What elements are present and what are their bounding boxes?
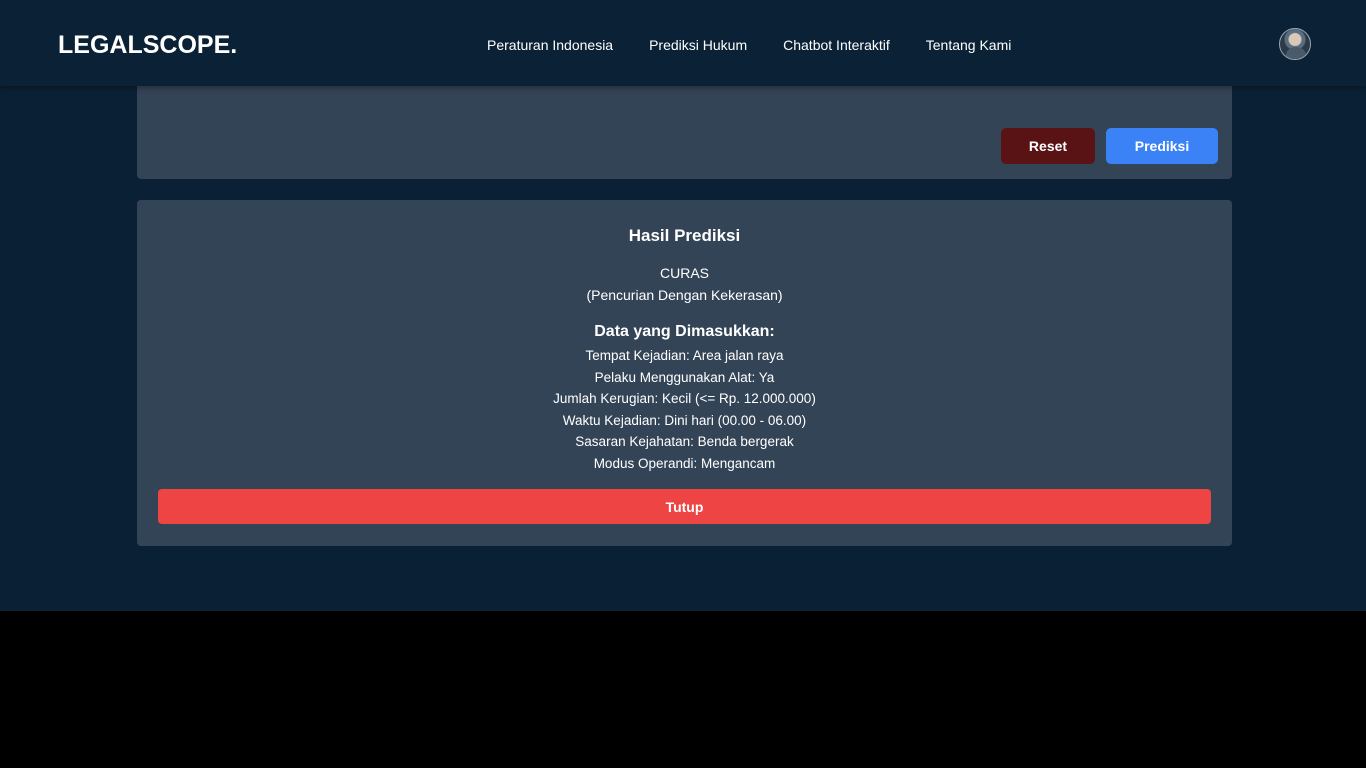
predict-button[interactable]: Prediksi — [1106, 128, 1218, 164]
input-data-item: Pelaku Menggunakan Alat: Ya — [594, 369, 775, 385]
brand-logo[interactable]: LEGALSCOPE. — [58, 30, 237, 60]
prediction-result-panel: Hasil Prediksi CURAS (Pencurian Dengan K… — [137, 200, 1232, 546]
input-data-item: Sasaran Kejahatan: Benda bergerak — [575, 434, 794, 450]
nav-links: Peraturan Indonesia Prediksi Hukum Chatb… — [487, 36, 1011, 54]
user-avatar-icon[interactable] — [1279, 28, 1311, 60]
page: LEGALSCOPE. Peraturan Indonesia Prediksi… — [0, 0, 1366, 611]
reset-button[interactable]: Reset — [1001, 128, 1095, 164]
prediction-form-panel: Reset Prediksi — [137, 70, 1232, 179]
input-data-title: Data yang Dimasukkan: — [594, 323, 775, 340]
nav-tentang-kami[interactable]: Tentang Kami — [926, 36, 1012, 54]
close-button[interactable]: Tutup — [158, 489, 1211, 524]
input-data-list: Tempat Kejadian: Area jalan raya Pelaku … — [137, 345, 1232, 475]
input-data-item: Modus Operandi: Mengancam — [593, 455, 776, 471]
navbar: LEGALSCOPE. Peraturan Indonesia Prediksi… — [0, 0, 1366, 86]
result-description: (Pencurian Dengan Kekerasan) — [586, 287, 783, 303]
nav-peraturan-indonesia[interactable]: Peraturan Indonesia — [487, 36, 613, 54]
input-data-item: Jumlah Kerugian: Kecil (<= Rp. 12.000.00… — [553, 391, 816, 407]
nav-prediksi-hukum[interactable]: Prediksi Hukum — [649, 36, 747, 54]
input-data-item: Tempat Kejadian: Area jalan raya — [585, 348, 784, 363]
result-code: CURAS — [659, 265, 709, 281]
empty-area — [0, 611, 1366, 768]
input-data-item: Waktu Kejadian: Dini hari (00.00 - 06.00… — [562, 412, 807, 428]
result-title: Hasil Prediksi — [628, 226, 741, 245]
nav-chatbot-interaktif[interactable]: Chatbot Interaktif — [783, 36, 890, 54]
